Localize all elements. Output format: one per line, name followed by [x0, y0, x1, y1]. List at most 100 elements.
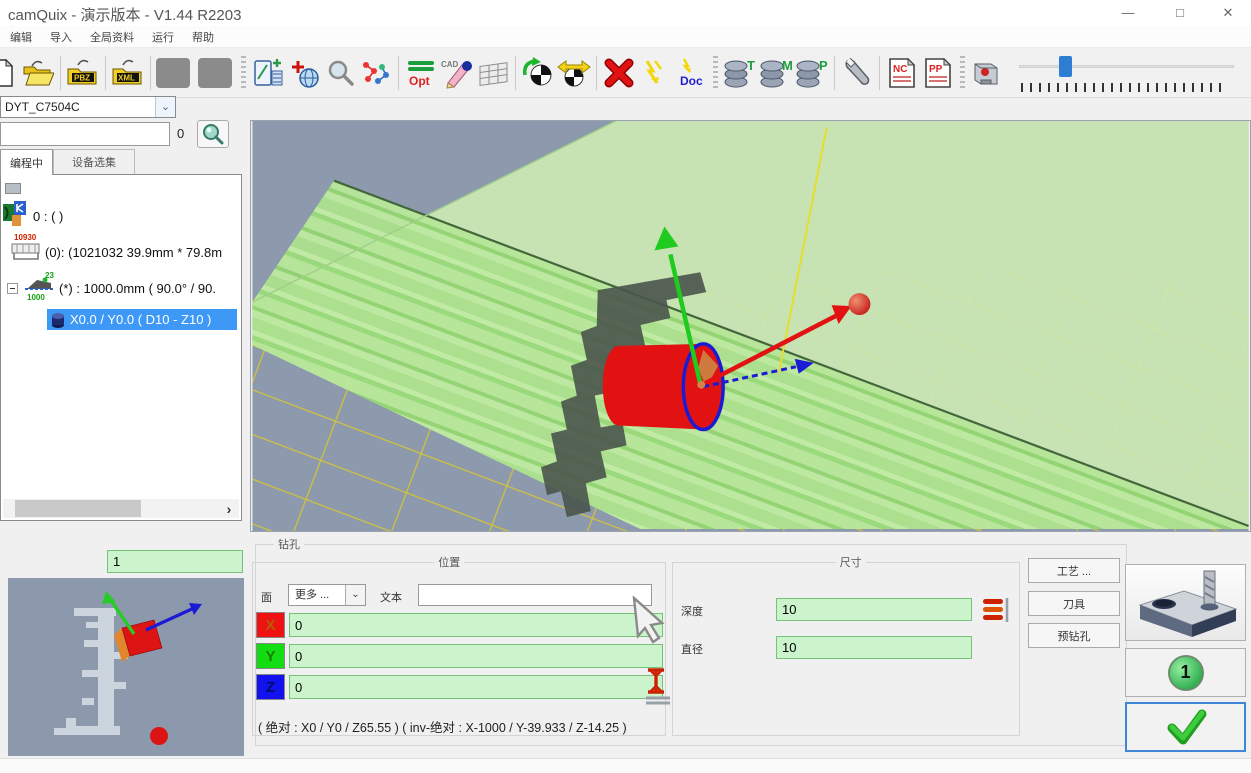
delete-button[interactable]: [601, 52, 637, 94]
job-tree[interactable]: 0 : ( ) 10930 (0): (1021032 39.9mm * 79.…: [0, 174, 242, 521]
order-icon: [3, 201, 29, 227]
wrench-icon: [841, 57, 873, 89]
db-machine-button[interactable]: M: [758, 52, 794, 94]
plus-globe-icon: [288, 57, 320, 89]
machine-button[interactable]: [969, 52, 1005, 94]
menu-global-data[interactable]: 全局资料: [90, 29, 134, 45]
preview-background: [8, 578, 244, 756]
viewport-3d[interactable]: [250, 120, 1251, 532]
menu-edit[interactable]: 编辑: [10, 29, 32, 45]
svg-text:M: M: [782, 58, 793, 73]
drill-group-title: 钻孔: [274, 536, 304, 552]
z-coordinate-input[interactable]: [289, 675, 663, 699]
title-bar: camQuix - 演示版本 - V1.44 R2203 — □ ✕: [0, 0, 1251, 26]
x-axis-button[interactable]: X: [256, 612, 285, 638]
menu-import[interactable]: 导入: [50, 29, 72, 45]
pp-file-icon: PP: [922, 57, 954, 89]
table-view-button[interactable]: [475, 52, 511, 94]
open-xml-button[interactable]: XML: [110, 52, 146, 94]
open-file-button[interactable]: [20, 52, 56, 94]
tree-item-bar[interactable]: (0): (1021032 39.9mm * 79.8m: [45, 245, 222, 260]
measure-points-button[interactable]: [358, 52, 394, 94]
cad-button[interactable]: CAD: [439, 52, 475, 94]
add-position-button[interactable]: [286, 52, 322, 94]
recent-file-2-button[interactable]: [197, 52, 233, 94]
cross-section-preview[interactable]: [8, 578, 244, 756]
import-profile-button[interactable]: [250, 52, 286, 94]
toolbar-separator: [834, 56, 835, 90]
tab-devices[interactable]: 设备选集: [53, 149, 135, 175]
svg-text:T: T: [747, 58, 755, 73]
slider-handle[interactable]: [1059, 56, 1072, 77]
db-tools-button[interactable]: T: [722, 52, 758, 94]
tree-item2-badge: 10930: [14, 233, 36, 242]
z-axis-button[interactable]: Z: [256, 674, 285, 700]
minimize-icon[interactable]: —: [1111, 2, 1145, 24]
menu-help[interactable]: 帮助: [192, 29, 214, 45]
db-postprocessor-button[interactable]: P: [794, 52, 830, 94]
slider-track[interactable]: [1019, 65, 1234, 68]
process-button[interactable]: 工艺 ...: [1028, 558, 1120, 583]
piece-counter-input[interactable]: [107, 550, 243, 573]
optimize-button[interactable]: Opt: [403, 52, 439, 94]
svg-text:PP: PP: [929, 64, 943, 75]
open-folder-icon: [22, 59, 54, 87]
open-pbz-button[interactable]: PBZ: [65, 52, 101, 94]
machine-icon: [969, 56, 1005, 90]
toolbar-separator: [398, 56, 399, 90]
depth-input[interactable]: [776, 598, 972, 621]
svg-text:Opt: Opt: [409, 74, 430, 88]
flip-view-button[interactable]: [556, 52, 592, 94]
search-input[interactable]: [0, 122, 170, 146]
new-file-button[interactable]: [0, 52, 20, 94]
chevron-down-icon[interactable]: ⌄: [155, 97, 175, 117]
doc-button[interactable]: Doc: [673, 52, 709, 94]
nc-export-button[interactable]: NC: [884, 52, 920, 94]
face-dropdown[interactable]: 更多 ... ⌄: [288, 584, 366, 606]
tree-item-order[interactable]: 0 : ( ): [33, 209, 63, 224]
pp-export-button[interactable]: PP: [920, 52, 956, 94]
lightning-icon: [639, 57, 671, 89]
hole-text-input[interactable]: [418, 584, 652, 606]
operation-image-button[interactable]: [1125, 564, 1246, 641]
depth-reference-icon[interactable]: [644, 664, 674, 706]
confirm-button[interactable]: [1125, 702, 1246, 752]
molecule-icon: [360, 57, 392, 89]
predrill-button[interactable]: 预钻孔: [1028, 623, 1120, 648]
tree-item-hole-label: X0.0 / Y0.0 ( D10 - Z10 ): [70, 312, 211, 327]
maximize-icon[interactable]: □: [1163, 2, 1197, 24]
quantity-button[interactable]: 1: [1125, 648, 1246, 697]
profile-select[interactable]: DYT_C7504C ⌄: [0, 96, 176, 118]
tree-hscrollbar[interactable]: ›: [3, 499, 239, 518]
tool-button[interactable]: 刀具: [1028, 591, 1120, 616]
zoom-slider[interactable]: [1011, 53, 1246, 93]
tree-item-piece[interactable]: (*) : 1000.0mm ( 90.0° / 90.: [59, 281, 216, 296]
diameter-input[interactable]: [776, 636, 972, 659]
zoom-button[interactable]: [322, 52, 358, 94]
nc-file-icon: NC: [886, 57, 918, 89]
preview-reference-dot: [150, 727, 168, 745]
tree-hscroll-thumb[interactable]: [15, 500, 141, 517]
recent-file-1-button[interactable]: [155, 52, 191, 94]
tree-item-hole-selected[interactable]: X0.0 / Y0.0 ( D10 - Z10 ): [47, 309, 237, 330]
chevron-down-icon[interactable]: ⌄: [345, 585, 365, 605]
size-group-title: 尺寸: [836, 554, 866, 570]
tab-programming[interactable]: 编程中: [0, 149, 53, 175]
svg-text:PBZ: PBZ: [74, 73, 90, 82]
collapse-icon[interactable]: [7, 283, 18, 294]
y-coordinate-input[interactable]: [289, 644, 663, 668]
y-axis-button[interactable]: Y: [256, 643, 285, 669]
settings-button[interactable]: [839, 52, 875, 94]
x-coordinate-input[interactable]: [289, 613, 663, 637]
rotate-view-button[interactable]: [520, 52, 556, 94]
menu-run[interactable]: 运行: [152, 29, 174, 45]
search-button[interactable]: [197, 120, 229, 148]
search-result-count: 0: [177, 126, 184, 141]
simulate-button[interactable]: [637, 52, 673, 94]
pbz-folder-icon: PBZ: [66, 59, 100, 87]
close-icon[interactable]: ✕: [1211, 2, 1245, 24]
grid-table-icon: [476, 57, 510, 89]
diameter-label: 直径: [681, 641, 703, 657]
scroll-right-icon[interactable]: ›: [219, 499, 239, 518]
depth-mode-icon[interactable]: [981, 594, 1013, 626]
